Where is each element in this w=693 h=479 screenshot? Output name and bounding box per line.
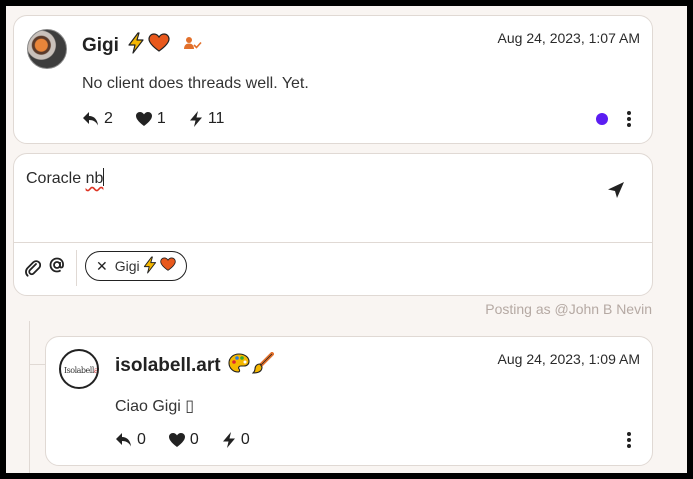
bolt-icon [222, 432, 235, 448]
like-count: 1 [156, 110, 166, 127]
heart-icon [135, 112, 152, 126]
paintbrush-emoji-icon [251, 352, 274, 380]
user-check-icon [184, 36, 202, 55]
reply-composer: Coracle nb ✕ Gigi [13, 153, 653, 296]
avatar-signature-text: Isolabell [64, 366, 94, 375]
more-options-button[interactable] [626, 432, 632, 448]
author-name-text[interactable]: Gigi [82, 35, 119, 56]
avatar-signature-accent: art [93, 366, 99, 375]
attach-button[interactable] [25, 259, 42, 282]
mention-chip-label: Gigi [114, 258, 140, 274]
composer-input[interactable]: Coracle nb [26, 168, 105, 188]
more-options-button[interactable] [626, 111, 632, 127]
note-content: Ciao Gigi ▯ [115, 398, 195, 415]
avatar-signature: Isolabellart [64, 366, 99, 375]
zap-count: 0 [240, 431, 250, 448]
avatar[interactable]: Isolabellart [59, 349, 99, 389]
like-count: 0 [189, 431, 199, 448]
mention-chip[interactable]: ✕ Gigi [85, 251, 187, 281]
reply-icon [116, 433, 131, 447]
note-actions: 2 1 11 [82, 110, 246, 128]
mention-button[interactable] [49, 257, 65, 278]
composer-text-misspelled: nb [85, 170, 104, 187]
send-icon [608, 182, 624, 198]
close-icon[interactable]: ✕ [96, 258, 108, 275]
posting-as-label: Posting as @John B Nevin [485, 301, 652, 317]
reply-count: 2 [104, 110, 113, 127]
reply-button[interactable]: 2 [82, 110, 113, 128]
paperclip-icon [25, 260, 42, 277]
author-name[interactable]: isolabell.art [115, 352, 274, 380]
heart-emoji-icon [148, 33, 170, 59]
bolt-emoji-icon [142, 256, 158, 277]
author-name-text[interactable]: isolabell.art [115, 355, 221, 376]
zap-button[interactable]: 11 [188, 110, 225, 128]
zap-button[interactable]: 0 [221, 431, 250, 449]
toolbar-separator [76, 250, 77, 286]
at-icon [49, 257, 64, 273]
reply-icon [83, 112, 98, 126]
thread-line [29, 321, 30, 473]
bolt-emoji-icon [126, 32, 146, 60]
reply-count: 0 [137, 431, 146, 448]
note-card[interactable]: Gigi Aug 24, 2023, 1:07 AM No client doe… [13, 15, 653, 144]
avatar[interactable] [27, 29, 67, 69]
palette-emoji-icon [228, 353, 250, 379]
bolt-icon [189, 111, 202, 127]
send-button[interactable] [606, 180, 626, 205]
note-actions: 0 0 0 [115, 431, 272, 449]
app-frame: Gigi Aug 24, 2023, 1:07 AM No client doe… [6, 6, 687, 473]
heart-emoji-icon [159, 257, 176, 275]
timestamp[interactable]: Aug 24, 2023, 1:07 AM [498, 30, 640, 46]
divider [14, 242, 652, 243]
text-caret [103, 168, 105, 186]
like-button[interactable]: 1 [135, 110, 166, 128]
timestamp[interactable]: Aug 24, 2023, 1:09 AM [498, 351, 640, 367]
status-dot[interactable] [596, 113, 608, 125]
composer-text: Coracle [26, 170, 86, 187]
like-button[interactable]: 0 [168, 431, 199, 449]
reply-note-card[interactable]: Isolabellart isolabell.art Aug 24, 2023,… [45, 336, 653, 466]
heart-icon [168, 433, 185, 447]
thread-branch [29, 364, 45, 365]
author-name[interactable]: Gigi [82, 32, 170, 60]
zap-count: 11 [207, 110, 225, 127]
note-content: No client does threads well. Yet. [82, 75, 309, 92]
reply-button[interactable]: 0 [115, 431, 146, 449]
